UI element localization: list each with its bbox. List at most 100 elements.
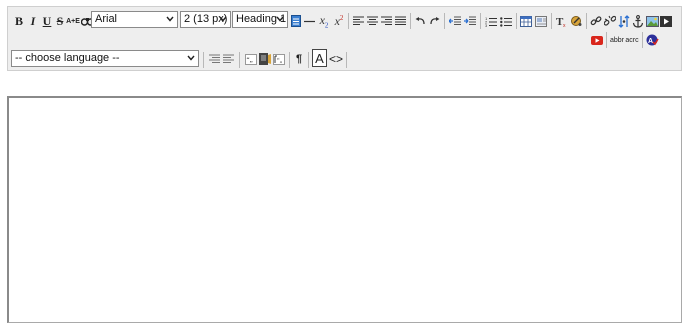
toolbar-separator [239,52,240,68]
font-button[interactable]: A [312,49,327,67]
svg-text:A: A [648,38,653,45]
spellcheck-button[interactable]: A [645,31,659,49]
font-family-select[interactable]: Arial [91,11,178,28]
outdent-icon [449,16,461,25]
font-size-select[interactable]: 2 (13 px) [180,11,231,28]
text-direction-rtl-button[interactable] [222,50,235,68]
source-code-icon: <> [329,52,344,66]
unordered-list-button[interactable] [499,12,513,30]
toolbar-separator [308,52,309,68]
align-center-button[interactable] [366,12,379,30]
bold-icon: B [14,13,23,28]
image-icon [645,15,659,27]
change-case-icon: A+E [66,17,80,25]
toolbar-separator [346,52,347,68]
show-blocks-icon: ¶ [295,53,303,65]
cite-icon: “„ [272,53,285,65]
horizontal-rule-button[interactable] [303,12,316,30]
table-button[interactable] [519,12,533,30]
heading-select[interactable]: Heading 1 [232,11,288,28]
svg-text:“„: “„ [246,56,252,64]
align-right-icon [381,16,392,26]
align-right-button[interactable] [380,12,393,30]
subscript-button[interactable]: x2 [317,12,331,30]
toolbar-separator [606,32,607,48]
chevron-down-icon [219,16,227,22]
media-icon [660,15,672,27]
toolbar-separator [551,13,552,29]
svg-text:x: x [563,23,566,27]
special-char-button[interactable] [569,12,583,30]
chevron-down-icon [166,16,174,22]
spellcheck-icon: A [646,34,659,46]
italic-button[interactable]: I [27,12,39,30]
editor-content-area[interactable] [7,96,682,323]
media-button[interactable] [659,12,673,30]
image-properties-icon [535,15,547,27]
align-text-right-icon [223,54,234,63]
youtube-button[interactable] [590,31,603,49]
ordered-list-button[interactable]: 123 [484,12,498,30]
superscript-button[interactable]: x2 [332,12,346,30]
blockquote-button[interactable] [258,50,271,68]
cite-button[interactable]: “„ [272,50,285,68]
svg-text:“„: “„ [277,57,283,64]
quote-button[interactable]: “„ [244,50,257,68]
font-icon: A [315,50,324,66]
indent-icon [464,16,476,25]
source-code-button[interactable]: <> [329,50,343,68]
special-char-icon [570,16,581,26]
align-text-left-icon [209,54,220,63]
indent-button[interactable] [463,12,477,30]
underline-button[interactable]: U [41,12,53,30]
justify-button[interactable] [394,12,407,30]
image-button[interactable] [645,12,659,30]
text-color-button[interactable] [290,12,302,30]
outdent-button[interactable] [448,12,462,30]
abbr-button[interactable]: abbr [610,31,624,49]
youtube-icon [590,35,603,45]
acronym-label: acrc [625,36,639,44]
justify-icon [395,16,406,26]
superscript-icon: x2 [334,13,344,28]
editor-toolbar: B I U S A+E Arial 2 (13 px) Heading 1 x2… [7,6,682,71]
redo-button[interactable] [428,12,441,30]
toolbar-separator [642,32,643,48]
toolbar-separator [586,13,587,29]
align-left-button[interactable] [352,12,365,30]
toolbar-separator [516,13,517,29]
svg-text:3: 3 [485,23,488,27]
undo-icon [415,16,425,24]
clear-format-icon: Tx [556,16,566,27]
blockquote-icon [258,53,271,65]
toolbar-separator [444,13,445,29]
clear-format-button[interactable]: Tx [555,12,569,30]
anchor-link-icon [618,14,630,28]
toolbar-separator [480,13,481,29]
toolbar-separator [203,52,204,68]
horizontal-rule-icon [304,20,315,22]
unlink-button[interactable] [603,12,617,30]
table-icon [520,15,532,27]
align-left-icon [353,16,364,26]
show-blocks-button[interactable]: ¶ [293,50,305,68]
text-direction-ltr-button[interactable] [208,50,221,68]
quote-icon: “„ [244,53,257,65]
anchor-icon [632,14,644,28]
strikethrough-button[interactable]: S [54,12,66,30]
bold-button[interactable]: B [13,12,25,30]
align-center-icon [367,16,378,26]
language-select[interactable]: -- choose language -- [11,50,199,67]
language-select-value: -- choose language -- [15,52,120,64]
anchor-link-button[interactable] [617,12,631,30]
redo-icon [430,16,440,24]
image-properties-button[interactable] [534,12,548,30]
change-case-button[interactable]: A+E [66,12,80,30]
ordered-list-icon: 123 [485,16,497,27]
anchor-button[interactable] [631,12,645,30]
abbr-label: abbr [610,36,625,44]
undo-button[interactable] [414,12,427,30]
link-button[interactable] [589,12,603,30]
text-color-icon [291,15,301,27]
acronym-button[interactable]: acrc [625,31,639,49]
